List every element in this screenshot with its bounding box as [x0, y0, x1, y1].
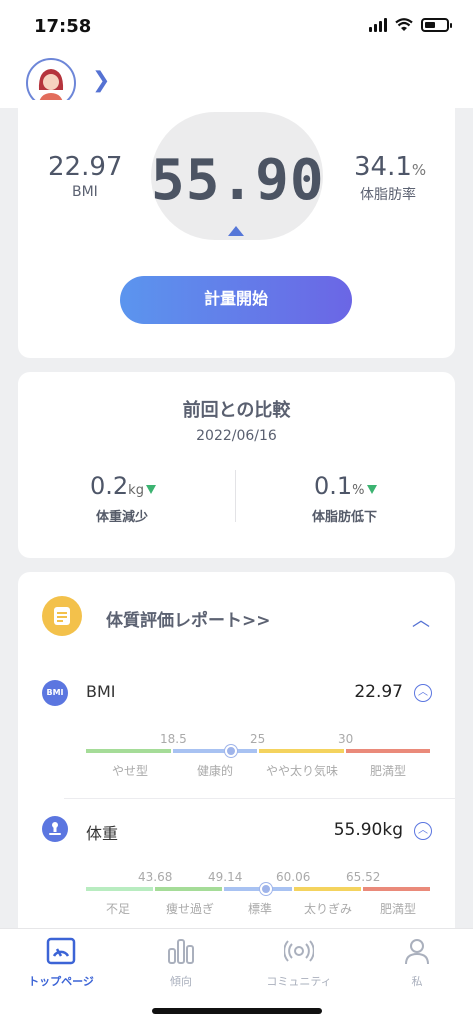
- comparison-title: 前回との比較: [182, 400, 291, 421]
- weight-category: 痩せ過ぎ: [166, 902, 215, 916]
- bmi-tick: 18.5: [160, 732, 187, 746]
- bmi-row-value: 22.97: [354, 682, 403, 702]
- tab-home[interactable]: トップページ: [6, 937, 116, 989]
- tab-me-label: 私: [411, 975, 423, 988]
- scale-segment: [86, 749, 171, 753]
- weight-tick: 60.06: [276, 870, 311, 884]
- home-indicator: [152, 1008, 322, 1014]
- fat-change-number: 0.1: [314, 472, 353, 500]
- community-icon: [283, 940, 315, 962]
- scale-segment: [362, 887, 430, 891]
- tab-trends[interactable]: 傾向: [126, 937, 236, 989]
- weight-marker: [259, 883, 272, 895]
- triangle-down-icon: [366, 485, 377, 494]
- weight-category: 標準: [248, 902, 273, 916]
- battery-icon: [421, 18, 452, 32]
- comparison-card: 前回との比較 2022/06/16 0.2kg 体重減少 0.1% 体脂肪低下: [18, 372, 455, 558]
- weight-change-unit: kg: [128, 483, 144, 498]
- tab-community[interactable]: コミュニティ: [244, 937, 354, 989]
- scale-segment: [172, 749, 257, 753]
- fat-change-label: 体脂肪低下: [312, 510, 378, 525]
- weight-category: 肥満型: [380, 902, 417, 916]
- bmi-tick: 30: [338, 732, 354, 746]
- chevron-right-icon[interactable]: ❯: [92, 68, 110, 93]
- bmi-label: BMI: [72, 184, 98, 200]
- weight-row-label: 体重: [86, 824, 119, 843]
- weight-change-value: 0.2kg: [90, 472, 156, 500]
- body-fat-label: 体脂肪率: [360, 187, 416, 203]
- bmi-row-label: BMI: [86, 682, 116, 701]
- weight-expand-icon[interactable]: ︿: [414, 822, 432, 840]
- scale-segment: [293, 887, 361, 891]
- report-card: 体質評価レポート>> ︿ BMI BMI 22.97 ︿ 18.5 25 30 …: [18, 572, 455, 952]
- scale-segment: [155, 887, 223, 891]
- row-divider: [64, 798, 455, 799]
- tab-me[interactable]: 私: [362, 937, 472, 989]
- body-fat-value: 34.1%: [354, 152, 426, 182]
- person-icon: [405, 939, 429, 965]
- start-measure-button[interactable]: 計量開始: [120, 276, 352, 324]
- status-bar: 17:58: [0, 0, 473, 52]
- weight-tick: 43.68: [138, 870, 173, 884]
- body-fat-unit: %: [411, 161, 427, 179]
- bmi-category: 肥満型: [370, 764, 407, 778]
- weight-change-label: 体重減少: [96, 510, 149, 525]
- bmi-category: やせ型: [112, 764, 149, 778]
- status-time: 17:58: [34, 16, 92, 37]
- home-gauge-icon: [46, 937, 76, 965]
- weight-tick: 49.14: [208, 870, 243, 884]
- scale-segment: [224, 887, 292, 891]
- tab-community-label: コミュニティ: [266, 975, 332, 988]
- triangle-up-icon: [228, 226, 244, 236]
- wifi-icon: [395, 18, 413, 31]
- fat-change-value: 0.1%: [314, 472, 377, 500]
- bmi-icon: BMI: [42, 680, 68, 706]
- weight-change-number: 0.2: [90, 472, 129, 500]
- weight-category: 太りぎみ: [304, 902, 353, 916]
- summary-card: 22.97 BMI 55.90 34.1% 体脂肪率 計量開始: [18, 100, 455, 358]
- bmi-marker: [225, 745, 238, 757]
- weight-category: 不足: [106, 902, 131, 916]
- bmi-expand-icon[interactable]: ︿: [414, 684, 432, 702]
- bmi-tick: 25: [250, 732, 266, 746]
- bmi-category: 健康的: [197, 764, 234, 778]
- status-icons: [369, 18, 452, 32]
- divider: [235, 470, 236, 522]
- chevron-up-icon[interactable]: ︿: [412, 606, 430, 632]
- triangle-down-icon: [145, 485, 156, 494]
- report-icon: [42, 596, 82, 636]
- scale-segment: [345, 749, 430, 753]
- weight-value: 55.90: [151, 148, 325, 213]
- bmi-scale: [86, 749, 432, 753]
- bmi-category: やや太り気味: [266, 764, 339, 778]
- scale-segment: [86, 887, 154, 891]
- body-fat-number: 34.1: [354, 152, 412, 182]
- bmi-value: 22.97: [48, 152, 123, 182]
- weight-tick: 65.52: [346, 870, 381, 884]
- scale-segment: [259, 749, 344, 753]
- bar-chart-icon: [168, 939, 194, 964]
- tab-home-label: トップページ: [28, 975, 94, 988]
- report-title[interactable]: 体質評価レポート>>: [106, 606, 271, 631]
- weight-row-value: 55.90kg: [333, 820, 403, 840]
- signal-icon: [369, 18, 387, 32]
- fat-change-unit: %: [352, 483, 365, 498]
- weight-icon: [42, 816, 68, 842]
- comparison-date: 2022/06/16: [196, 428, 277, 444]
- tab-trends-label: 傾向: [170, 975, 192, 988]
- weight-display: 55.90: [151, 112, 325, 240]
